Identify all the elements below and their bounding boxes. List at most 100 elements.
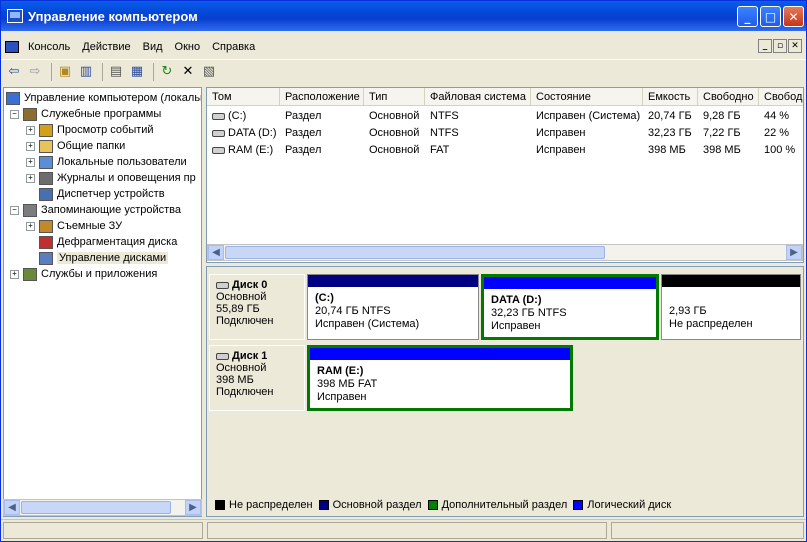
column-header[interactable]: Свобод [759, 88, 803, 106]
table-cell: Основной [369, 110, 420, 122]
menu-window[interactable]: Окно [169, 41, 207, 53]
disk-icon [216, 352, 229, 360]
volume-name-cell[interactable]: DATA (D:) [207, 125, 280, 141]
scroll-right-icon[interactable]: ▶ [786, 245, 802, 260]
column-header[interactable]: Тип [364, 88, 425, 106]
tree-item[interactable]: + Просмотр событий [26, 122, 154, 138]
expand-icon[interactable]: + [26, 141, 35, 151]
computer-management-icon [7, 9, 23, 23]
refresh-icon[interactable]: ↻ [158, 63, 176, 81]
volume-horizontal-scrollbar[interactable]: ◀ ▶ [207, 244, 803, 261]
column-header[interactable]: Состояние [531, 88, 643, 106]
column-header[interactable]: Файловая система [425, 88, 531, 106]
table-cell: Основной [369, 127, 420, 139]
legend-label: Логический диск [587, 499, 672, 511]
table-cell: 32,23 ГБ [648, 127, 692, 139]
disk-management-icon [39, 251, 53, 265]
delete-icon[interactable]: ✕ [179, 63, 197, 81]
expand-icon[interactable]: + [26, 157, 35, 167]
mdi-close-button[interactable]: ✕ [788, 39, 802, 53]
table-cell: Раздел [285, 127, 322, 139]
partition-name: (C:) [315, 292, 334, 304]
disk-name: Диск 0 [216, 279, 298, 291]
menu-help[interactable]: Справка [206, 41, 261, 53]
partition-size: 20,74 ГБ NTFS [315, 305, 391, 317]
partition[interactable]: (C:) 20,74 ГБ NTFS Исправен (Система) [307, 274, 479, 340]
properties-icon[interactable]: ▤ [107, 63, 125, 81]
status-pane [611, 522, 804, 539]
disk-label[interactable]: Диск 1 Основной 398 МБ Подключен [209, 345, 305, 411]
back-arrow-icon[interactable]: ⇦ [5, 63, 23, 81]
disk-status: Подключен [216, 315, 274, 327]
disk-properties-icon[interactable]: ▧ [200, 63, 218, 81]
scroll-thumb[interactable] [225, 246, 605, 259]
volume-name-cell[interactable]: RAM (E:) [207, 142, 280, 158]
partition-size: 2,93 ГБ [669, 305, 707, 317]
forward-arrow-icon[interactable]: ⇨ [26, 63, 44, 81]
tree-item[interactable]: + Общие папки [26, 138, 125, 154]
expand-icon[interactable]: + [26, 221, 35, 231]
collapse-icon[interactable]: − [10, 205, 19, 215]
table-cell: 398 МБ [703, 144, 741, 156]
table-cell: 22 % [764, 127, 790, 139]
scroll-thumb[interactable] [21, 501, 171, 514]
show-tree-icon[interactable]: ▥ [77, 63, 95, 81]
event-viewer-icon [39, 123, 53, 137]
partition[interactable]: 2,93 ГБ Не распределен [661, 274, 801, 340]
partition-bar [310, 348, 570, 360]
tree-item-label: Управление дисками [57, 252, 169, 264]
tree-item[interactable]: + Службы и приложения [10, 266, 157, 282]
help-icon[interactable]: ▦ [128, 63, 146, 81]
title-bar[interactable]: Управление компьютером _ □ ✕ [1, 1, 806, 31]
expand-icon[interactable]: + [10, 269, 19, 279]
maximize-button[interactable]: □ [760, 6, 781, 27]
scroll-left-icon[interactable]: ◀ [4, 500, 20, 515]
tree-item[interactable]: Управление дисками [26, 250, 169, 266]
mdi-restore-button[interactable]: ▫ [773, 39, 787, 53]
tree-item[interactable]: − Запоминающие устройства [10, 202, 181, 218]
tree-horizontal-scrollbar[interactable]: ◀ ▶ [3, 499, 202, 516]
table-cell: NTFS [430, 127, 459, 139]
partition-info: RAM (E:) 398 МБ FAT Исправен [313, 362, 567, 405]
column-header[interactable]: Свободно [698, 88, 759, 106]
expand-icon[interactable]: + [26, 125, 35, 135]
table-cell: 20,74 ГБ [648, 110, 692, 122]
tree-item[interactable]: Управление компьютером (локальны [6, 90, 201, 106]
device-manager-icon [39, 187, 53, 201]
table-cell: NTFS [430, 110, 459, 122]
tree-item[interactable]: + Журналы и оповещения пр [26, 170, 196, 186]
close-button[interactable]: ✕ [783, 6, 804, 27]
volume-name-cell[interactable]: (C:) [207, 108, 280, 124]
disk-label[interactable]: Диск 0 Основной 55,89 ГБ Подключен [209, 274, 305, 340]
partition[interactable]: RAM (E:) 398 МБ FAT Исправен [307, 345, 573, 411]
collapse-icon[interactable]: − [10, 109, 19, 119]
legend: Не распределен Основной раздел Дополнитель… [209, 495, 803, 515]
menu-view[interactable]: Вид [137, 41, 169, 53]
tree-item[interactable]: + Съемные ЗУ [26, 218, 122, 234]
menu-action[interactable]: Действие [76, 41, 136, 53]
tree-item[interactable]: − Служебные программы [10, 106, 161, 122]
disk-name-text: Диск 1 [232, 350, 268, 362]
storage-icon [23, 203, 37, 217]
partition-status: Исправен (Система) [315, 318, 420, 330]
scroll-left-icon[interactable]: ◀ [208, 245, 224, 260]
scroll-right-icon[interactable]: ▶ [185, 500, 201, 515]
table-cell: 44 % [764, 110, 790, 122]
tree-item-label: Запоминающие устройства [41, 204, 182, 216]
tree-item[interactable]: + Локальные пользователи [26, 154, 187, 170]
menu-console[interactable]: Консоль [22, 41, 76, 53]
expand-icon[interactable]: + [26, 173, 35, 183]
tree-item[interactable]: Диспетчер устройств [26, 186, 165, 202]
disk-map: Диск 0 Основной 55,89 ГБ Подключен (C:) 20,74… [206, 266, 804, 517]
column-header[interactable]: Том [207, 88, 280, 106]
legend-label: Не распределен [229, 499, 313, 511]
tree-item[interactable]: Дефрагментация диска [26, 234, 177, 250]
console-icon[interactable] [5, 41, 19, 53]
up-folder-icon[interactable]: ▣ [56, 63, 74, 81]
mdi-minimize-button[interactable]: _ [758, 39, 772, 53]
partition[interactable]: DATA (D:) 32,23 ГБ NTFS Исправен [481, 274, 659, 340]
column-header[interactable]: Расположение [280, 88, 364, 106]
partition-name [669, 292, 793, 305]
minimize-button[interactable]: _ [737, 6, 758, 27]
column-header[interactable]: Емкость [643, 88, 698, 106]
